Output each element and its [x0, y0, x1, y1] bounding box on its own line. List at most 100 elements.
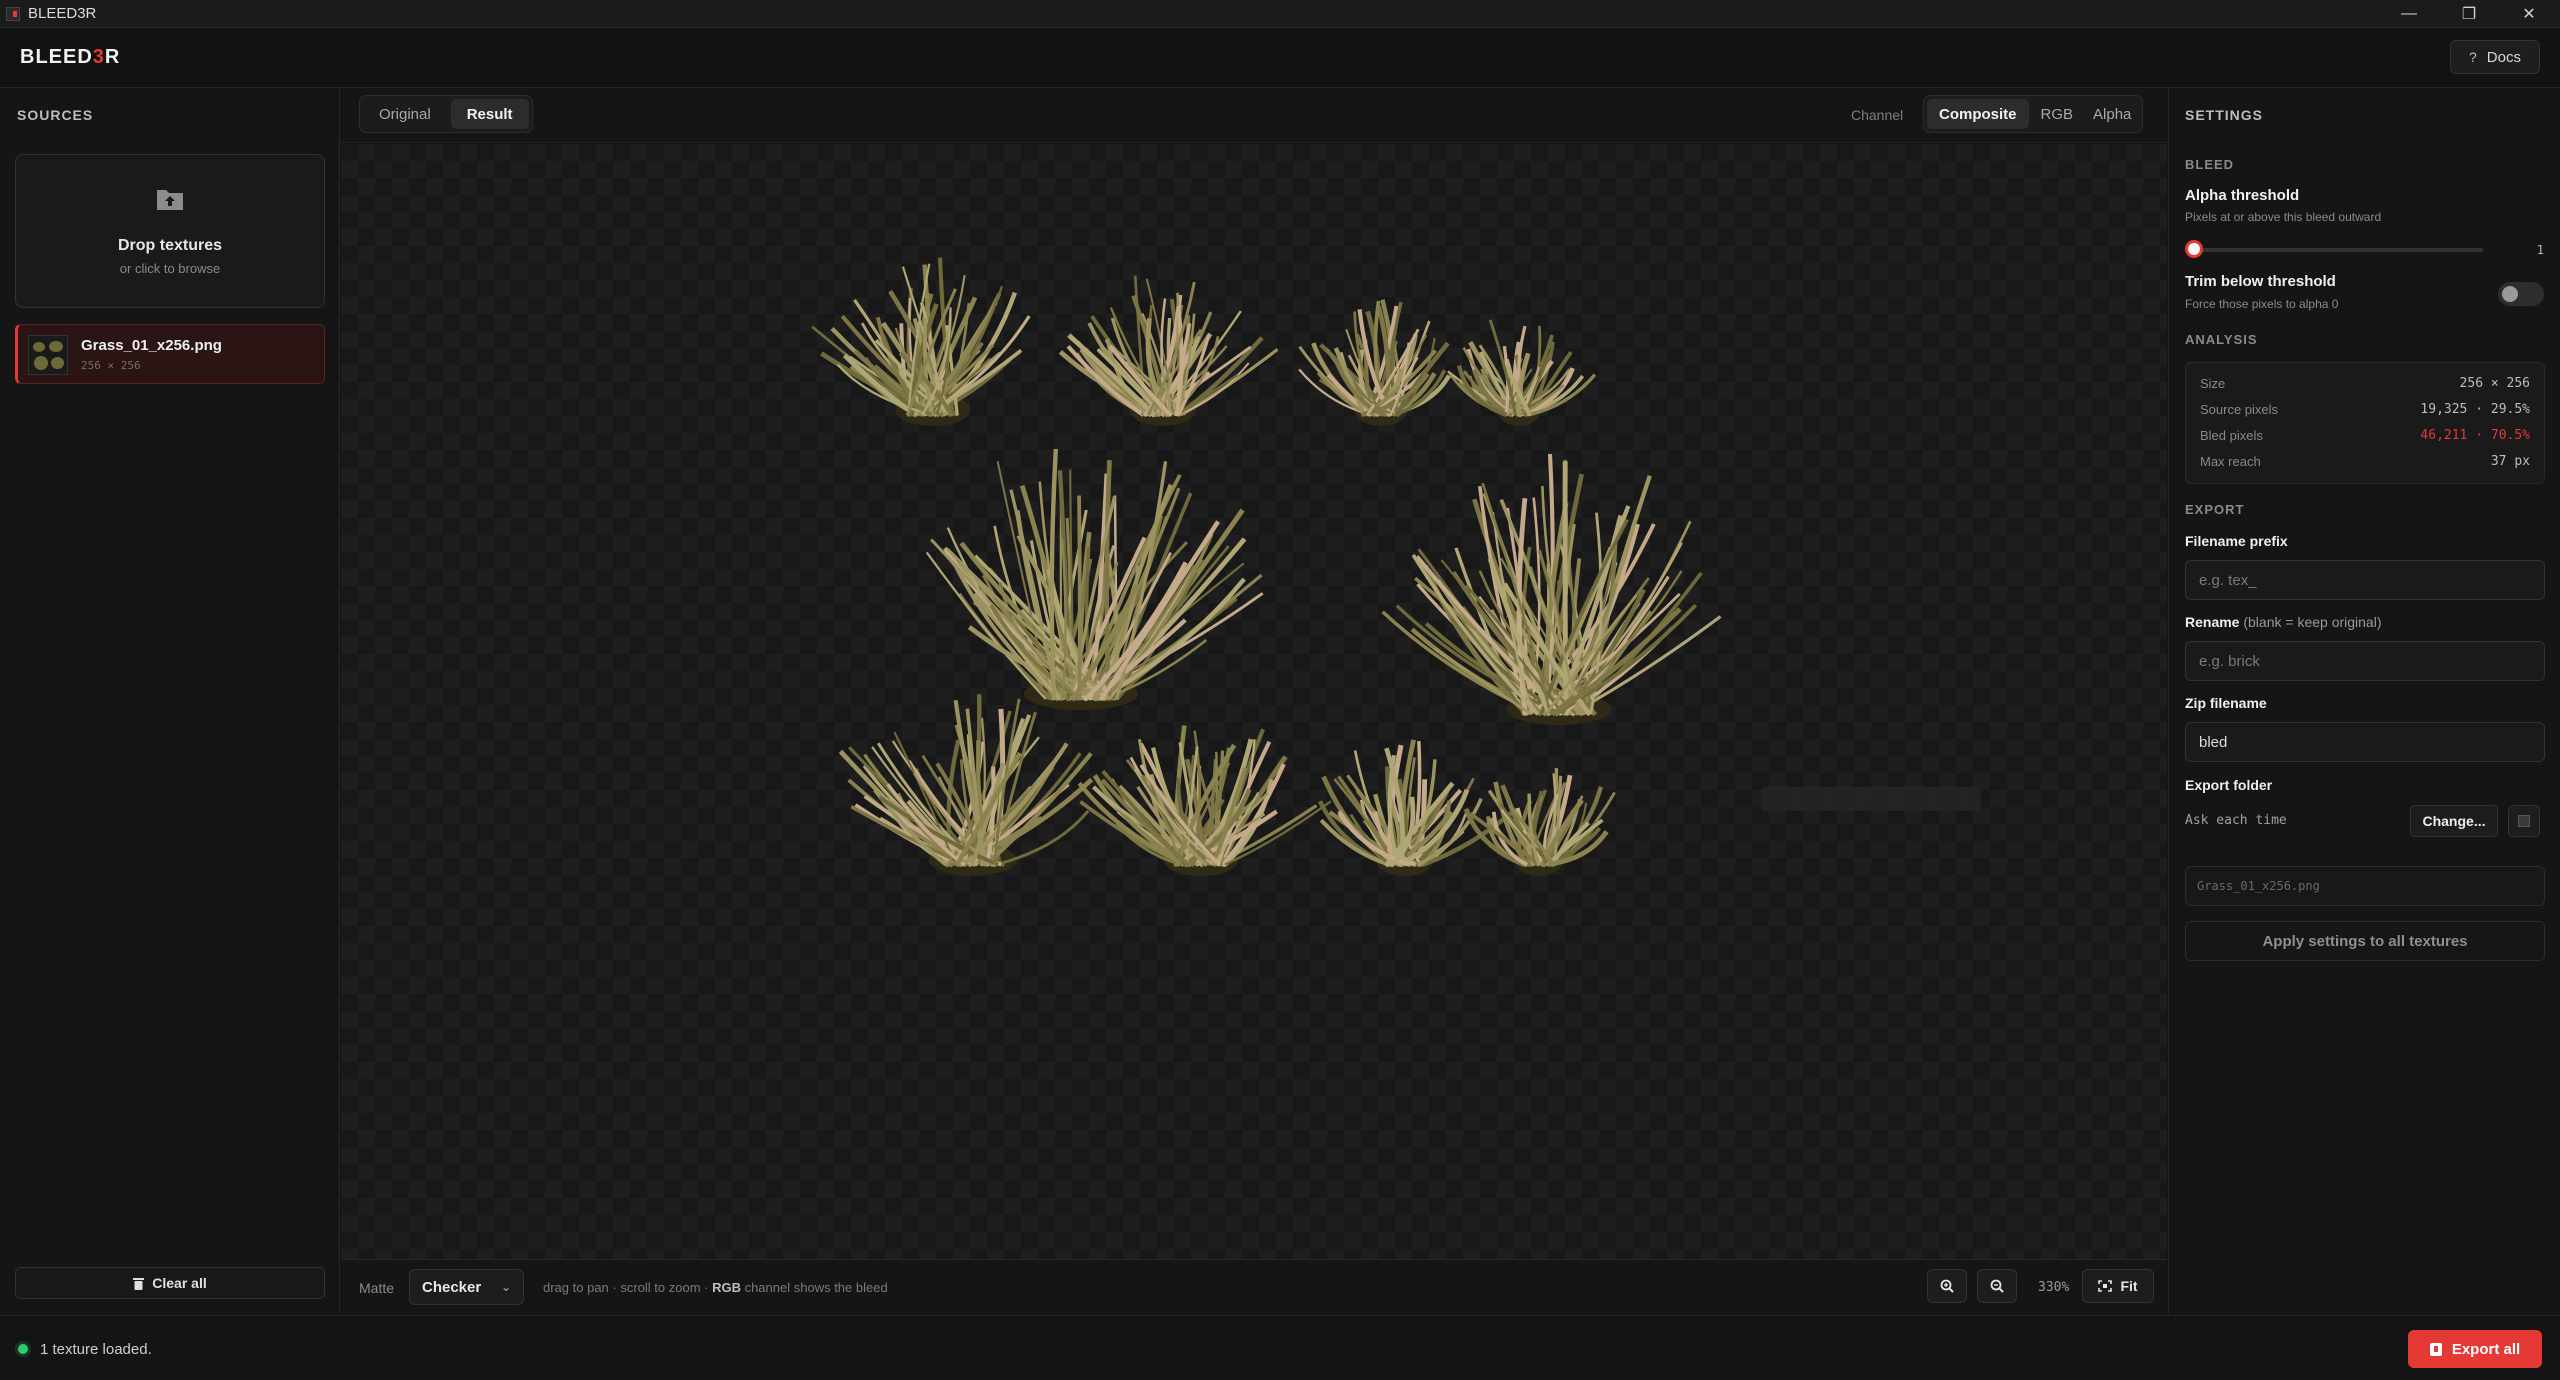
tab-original[interactable]: Original	[363, 99, 447, 129]
grass-tuft	[1447, 319, 1597, 426]
output-filename-preview: Grass_01_x256.png	[2185, 866, 2545, 906]
alpha-threshold-description: Pixels at or above this bleed outward	[2185, 210, 2382, 224]
analysis-row: Bled pixels 46,211 · 70.5%	[2200, 427, 2530, 443]
alpha-threshold-slider-track[interactable]	[2195, 248, 2483, 252]
export-all-button[interactable]: Export all	[2408, 1330, 2542, 1368]
status-text: 1 texture loaded.	[40, 1341, 152, 1358]
window-titlebar: BLEED3R — ❐ ✕	[0, 0, 2560, 28]
trim-below-threshold-label: Trim below threshold	[2185, 273, 2336, 290]
close-window-button[interactable]: ✕	[2500, 0, 2558, 28]
docs-button-label: Docs	[2486, 48, 2521, 66]
trash-icon	[133, 1277, 145, 1290]
filename-prefix-input[interactable]	[2199, 571, 2544, 589]
rename-label: Rename (blank = keep original)	[2185, 614, 2382, 630]
upload-folder-icon	[157, 190, 183, 210]
filename-prefix-label: Filename prefix	[2185, 533, 2288, 549]
status-bar: 1 texture loaded. Export all	[0, 1315, 2560, 1380]
restore-button[interactable]: ❐	[2440, 0, 2498, 28]
bleed-section-title: BLEED	[2185, 157, 2235, 172]
viewer-bottombar: Matte Checker ⌄ drag to pan · scroll to …	[341, 1259, 2167, 1314]
trim-below-threshold-description: Force those pixels to alpha 0	[2185, 297, 2339, 311]
viewer-panel: Original Result Channel Composite RGB Al…	[341, 89, 2167, 1314]
zoom-out-button[interactable]	[1977, 1269, 2017, 1303]
viewer-hint: drag to pan · scroll to zoom · RGB chann…	[543, 1280, 888, 1295]
zip-filename-field[interactable]	[2185, 722, 2545, 762]
view-toggle: Original Result	[359, 95, 533, 133]
dropzone-title: Drop textures	[117, 237, 223, 254]
file-dimensions: 256 × 256	[81, 359, 141, 372]
status-ok-icon	[18, 1344, 28, 1354]
analysis-row: Size 256 × 256	[2200, 375, 2530, 391]
channel-label: Channel	[1851, 107, 1904, 123]
export-all-label: Export all	[2451, 1340, 2521, 1358]
export-folder-label: Export folder	[2185, 777, 2273, 793]
grass-tuft	[811, 257, 1031, 426]
channel-alpha[interactable]: Alpha	[2085, 99, 2139, 129]
rename-field[interactable]	[2185, 641, 2545, 681]
trim-below-threshold-toggle[interactable]	[2498, 282, 2544, 306]
apply-to-all-button[interactable]: Apply settings to all textures	[2185, 921, 2545, 961]
channel-toggle: Composite RGB Alpha	[1923, 95, 2144, 133]
app-header: BLEED3R ? Docs	[0, 28, 2560, 88]
clear-all-button[interactable]: Clear all	[15, 1267, 325, 1299]
settings-panel: SETTINGS BLEED Alpha threshold Pixels at…	[2168, 89, 2560, 1314]
grass-tuft	[1318, 739, 1518, 876]
grass-tuft	[1077, 725, 1332, 876]
analysis-row: Source pixels 19,325 · 29.5%	[2200, 401, 2530, 417]
change-folder-button[interactable]: Change...	[2410, 805, 2498, 837]
tab-result[interactable]: Result	[450, 99, 529, 129]
help-icon: ?	[2469, 49, 2477, 65]
export-folder-value: Ask each time	[2185, 813, 2287, 828]
sources-panel: SOURCES Drop textures or click to browse…	[0, 89, 340, 1314]
rename-input[interactable]	[2199, 652, 2544, 670]
channel-rgb[interactable]: RGB	[2033, 99, 2082, 129]
export-section-title: EXPORT	[2185, 502, 2245, 517]
grass-tuft	[1463, 767, 1616, 876]
grass-texture-preview	[811, 257, 1981, 876]
zip-filename-input[interactable]	[2199, 733, 2544, 751]
zoom-out-icon	[1990, 1279, 2004, 1293]
fit-label: Fit	[2120, 1278, 2138, 1294]
file-name: Grass_01_x256.png	[81, 337, 222, 354]
grass-tuft	[1058, 275, 1279, 426]
dropzone-subtitle: or click to browse	[119, 261, 221, 276]
filename-prefix-field[interactable]	[2185, 560, 2545, 600]
clear-folder-button[interactable]	[2508, 805, 2540, 837]
matte-value: Checker	[422, 1278, 482, 1296]
export-icon	[2429, 1342, 2442, 1356]
grass-tuft	[1381, 453, 1722, 725]
fit-to-view-icon	[2098, 1280, 2113, 1292]
zoom-in-button[interactable]	[1927, 1269, 1967, 1303]
source-file-item[interactable]: Grass_01_x256.png 256 × 256	[15, 324, 325, 384]
alpha-threshold-value: 1	[2536, 243, 2544, 257]
window-title: BLEED3R	[28, 5, 97, 22]
analysis-card: Size 256 × 256 Source pixels 19,325 · 29.5…	[2185, 362, 2545, 484]
zoom-level: 330%	[2038, 1280, 2070, 1295]
zip-filename-label: Zip filename	[2185, 695, 2267, 711]
matte-label: Matte	[359, 1280, 395, 1296]
settings-title: SETTINGS	[2185, 107, 2264, 123]
minimize-button[interactable]: —	[2380, 0, 2438, 28]
alpha-threshold-label: Alpha threshold	[2185, 187, 2300, 204]
fit-button[interactable]: Fit	[2082, 1269, 2154, 1303]
grass-tuft	[838, 694, 1094, 876]
alpha-threshold-slider-thumb[interactable]	[2185, 240, 2203, 258]
chevron-down-icon: ⌄	[500, 1280, 511, 1294]
square-icon	[2518, 815, 2530, 827]
docs-button[interactable]: ? Docs	[2450, 40, 2540, 74]
analysis-row: Max reach 37 px	[2200, 453, 2530, 469]
viewer-toolbar: Original Result Channel Composite RGB Al…	[341, 89, 2167, 143]
grass-tuft	[925, 448, 1264, 710]
file-thumbnail	[28, 335, 68, 375]
sources-title: SOURCES	[17, 107, 94, 123]
hover-tooltip	[1761, 787, 1981, 811]
analysis-section-title: ANALYSIS	[2185, 332, 2258, 347]
texture-dropzone[interactable]: Drop textures or click to browse	[15, 154, 325, 308]
app-icon	[6, 6, 20, 21]
app-logo: BLEED3R	[20, 46, 121, 68]
grass-tuft	[1298, 299, 1451, 426]
zoom-in-icon	[1940, 1279, 1954, 1293]
channel-composite[interactable]: Composite	[1927, 99, 2029, 129]
texture-canvas[interactable]	[341, 144, 2167, 1259]
matte-select[interactable]: Checker ⌄	[409, 1269, 524, 1305]
